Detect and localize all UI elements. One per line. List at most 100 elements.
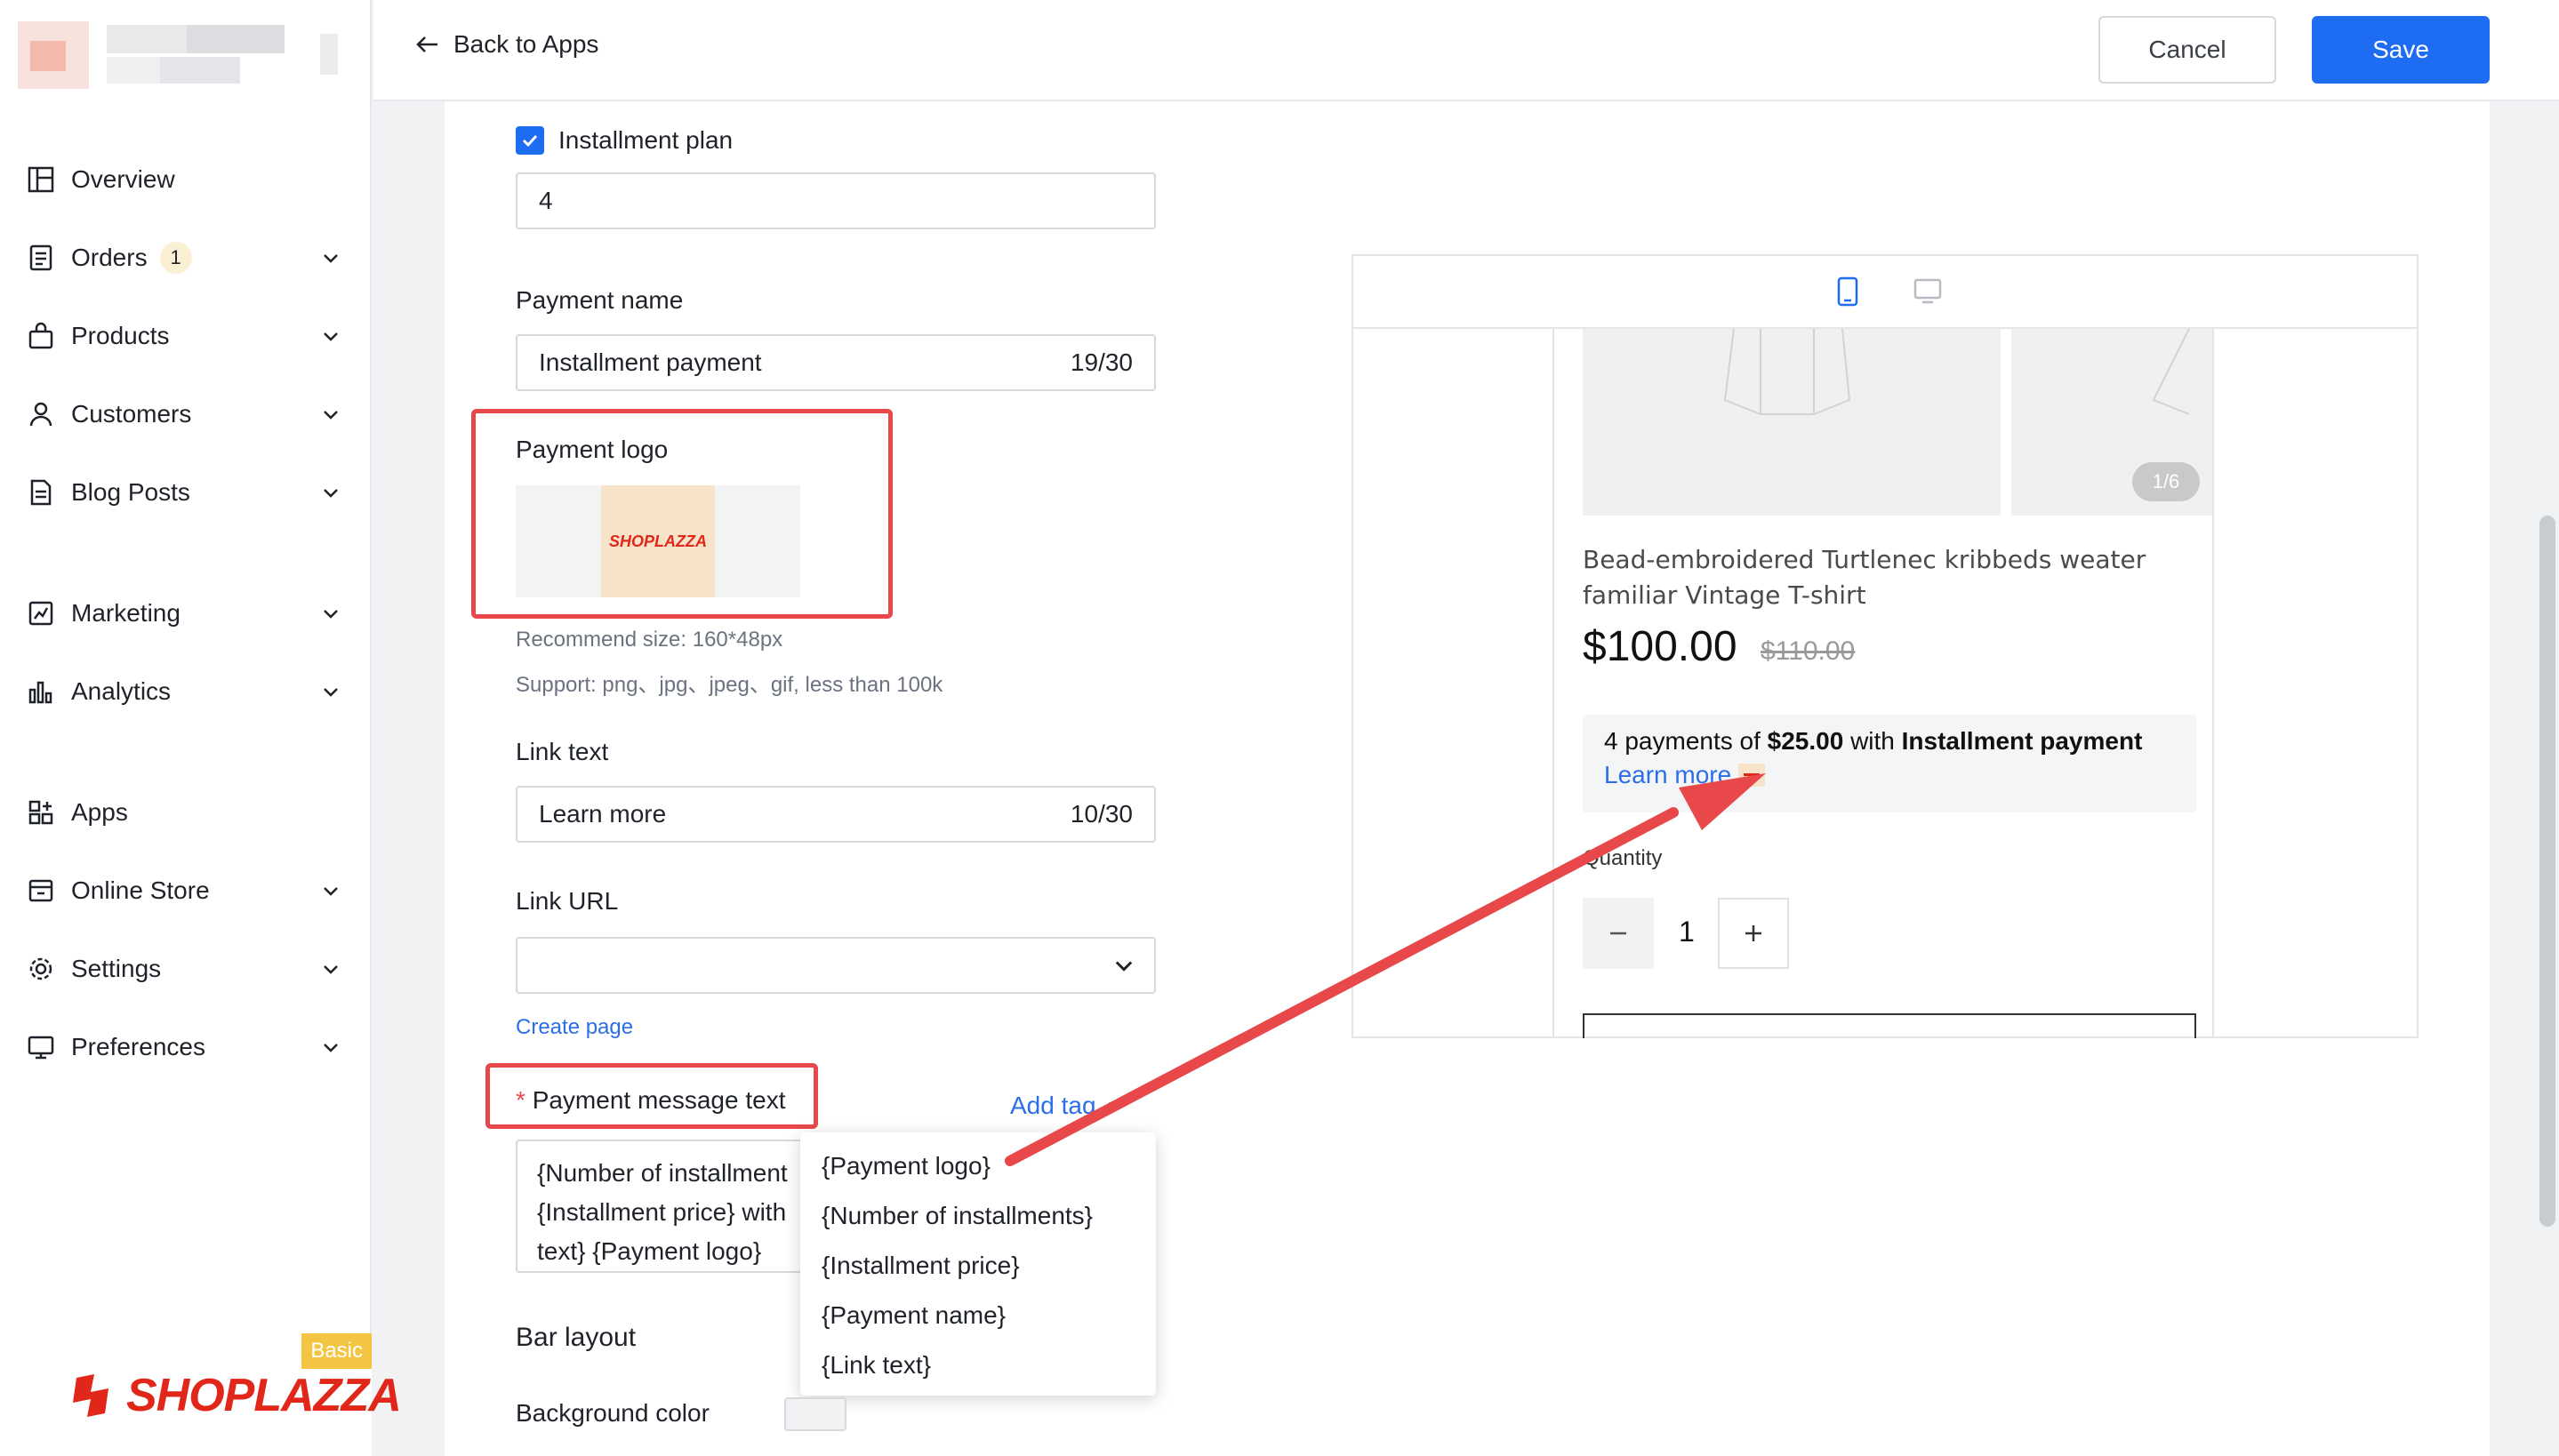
bar-layout-heading: Bar layout [516, 1323, 637, 1352]
sidebar-item-label: Online Store [71, 876, 210, 904]
sidebar-item-label: Analytics [71, 677, 172, 705]
payment-logo-mini [1738, 764, 1766, 787]
payment-logo-upload[interactable]: SHOPLAZZA [516, 485, 800, 597]
installment-plan-input[interactable]: 4 [516, 172, 1156, 229]
create-page-link[interactable]: Create page [516, 1015, 633, 1040]
brand-footer: Basic SHOPLAZZA [0, 1333, 402, 1456]
page-scrollbar[interactable] [2539, 516, 2555, 1227]
tag-option-payment-name[interactable]: {Payment name} [800, 1291, 1156, 1340]
link-url-label: Link URL [516, 887, 619, 915]
installment-name: Installment payment [1901, 727, 2143, 755]
chevron-down-icon[interactable] [315, 676, 347, 708]
sidebar-item-orders[interactable]: Orders 1 [25, 231, 347, 284]
add-tag-dropdown-toggle[interactable]: Add tag [1010, 1092, 1125, 1120]
preview-toolbar [1353, 256, 2417, 329]
installment-plan-checkbox[interactable] [516, 126, 544, 155]
product-image [1583, 329, 2001, 516]
sidebar-item-label: Blog Posts [71, 478, 190, 506]
chevron-down-icon[interactable] [315, 953, 347, 985]
online-store-icon [25, 875, 57, 907]
sidebar-item-label: Products [71, 322, 170, 349]
sidebar-item-label: Marketing [71, 599, 180, 627]
add-tag-menu: {Payment logo} {Number of installments} … [800, 1132, 1156, 1396]
tag-option-payment-logo[interactable]: {Payment logo} [800, 1141, 1156, 1191]
cancel-button[interactable]: Cancel [2098, 16, 2276, 84]
sidebar-item-analytics[interactable]: Analytics [25, 665, 347, 718]
payment-name-input[interactable]: Installment payment 19/30 [516, 334, 1156, 391]
plus-icon [1745, 925, 1761, 941]
apps-icon [25, 796, 57, 828]
image-counter: 1/6 [2132, 462, 2200, 501]
link-url-select[interactable] [516, 937, 1156, 994]
sidebar-item-settings[interactable]: Settings [25, 942, 347, 996]
background-color-label: Background color [516, 1399, 710, 1427]
quantity-increase-button[interactable] [1718, 898, 1789, 969]
chevron-down-icon[interactable] [315, 242, 347, 274]
tag-option-link-text[interactable]: {Link text} [800, 1340, 1156, 1390]
sidebar-item-overview[interactable]: Overview [25, 153, 347, 206]
save-button[interactable]: Save [2312, 16, 2490, 84]
payment-logo-image: SHOPLAZZA [601, 485, 715, 597]
sidebar-item-apps[interactable]: Apps [25, 786, 347, 839]
product-title: Bead-embroidered Turtlenec kribbeds weat… [1583, 545, 2146, 610]
sidebar-item-label: Apps [71, 798, 128, 826]
link-text-input[interactable]: Learn more 10/30 [516, 786, 1156, 843]
learn-more-link[interactable]: Learn more [1604, 761, 1731, 789]
preferences-icon [25, 1031, 57, 1063]
quantity-decrease-button[interactable] [1583, 898, 1654, 969]
tag-option-number-of-installments[interactable]: {Number of installments} [800, 1191, 1156, 1241]
quantity-value: 1 [1679, 916, 1695, 948]
chevron-down-icon[interactable] [315, 1031, 347, 1063]
plan-badge: Basic [301, 1333, 372, 1369]
recommend-size-hint: Recommend size: 160*48px [516, 628, 783, 652]
sidebar-item-label: Preferences [71, 1033, 205, 1060]
sidebar-item-label: Overview [71, 165, 175, 193]
chevron-down-icon[interactable] [315, 597, 347, 629]
installment-message: 4 payments of $25.00 with Installment pa… [1604, 727, 2175, 756]
shirt-illustration [1723, 329, 1851, 415]
sidebar-item-products[interactable]: Products [25, 309, 347, 363]
support-formats-hint: Support: png、jpg、jpeg、gif, less than 100… [516, 673, 943, 697]
desktop-view-icon[interactable] [1910, 274, 1945, 309]
blog-posts-icon [25, 476, 57, 508]
marketing-icon [25, 597, 57, 629]
installment-message-bar: 4 payments of $25.00 with Installment pa… [1583, 715, 2196, 812]
add-to-cart-button[interactable] [1583, 1013, 2196, 1038]
payment-logo-text: SHOPLAZZA [609, 532, 707, 550]
sidebar-item-customers[interactable]: Customers [25, 388, 347, 441]
tag-option-installment-price[interactable]: {Installment price} [800, 1241, 1156, 1291]
shoplazza-logo: SHOPLAZZA [68, 1369, 402, 1422]
check-icon [522, 134, 538, 148]
arrow-left-icon [416, 36, 437, 52]
caret-down-icon [1108, 1102, 1121, 1109]
chevron-down-icon[interactable] [315, 320, 347, 352]
installment-mid: with [1843, 727, 1902, 755]
payment-name-label: Payment name [516, 286, 684, 314]
sidebar-item-blog-posts[interactable]: Blog Posts [25, 466, 347, 519]
back-label: Back to Apps [453, 30, 599, 58]
storefront-preview: 1/6 Bead-embroidered Turtlenec kribbeds … [1352, 254, 2419, 1038]
brand-wordmark: SHOPLAZZA [126, 1370, 402, 1421]
required-mark: * [516, 1086, 525, 1114]
chevron-down-icon[interactable] [315, 476, 347, 508]
shoplazza-mark-icon [73, 1374, 108, 1417]
orders-count-badge: 1 [159, 242, 192, 274]
installment-plan-label: Installment plan [558, 126, 734, 154]
link-text-label: Link text [516, 738, 609, 765]
sidebar-item-marketing[interactable]: Marketing [25, 587, 347, 640]
chevron-down-icon[interactable] [315, 398, 347, 430]
background-color-swatch[interactable] [784, 1397, 846, 1431]
back-to-apps-link[interactable]: Back to Apps [414, 30, 598, 59]
sidebar-item-preferences[interactable]: Preferences [25, 1020, 347, 1074]
overview-icon [25, 164, 57, 196]
top-header: Back to Apps Cancel Save [373, 0, 2559, 101]
sidebar-item-online-store[interactable]: Online Store [25, 864, 347, 917]
link-text-value: Learn more [539, 800, 667, 828]
mobile-view-icon[interactable] [1830, 274, 1865, 309]
installment-amount: $25.00 [1767, 727, 1844, 755]
link-text-counter: 10/30 [1070, 800, 1133, 828]
chevron-down-icon[interactable] [315, 875, 347, 907]
quantity-label: Quantity [1583, 846, 1663, 870]
settings-icon [25, 953, 57, 985]
analytics-icon [25, 676, 57, 708]
